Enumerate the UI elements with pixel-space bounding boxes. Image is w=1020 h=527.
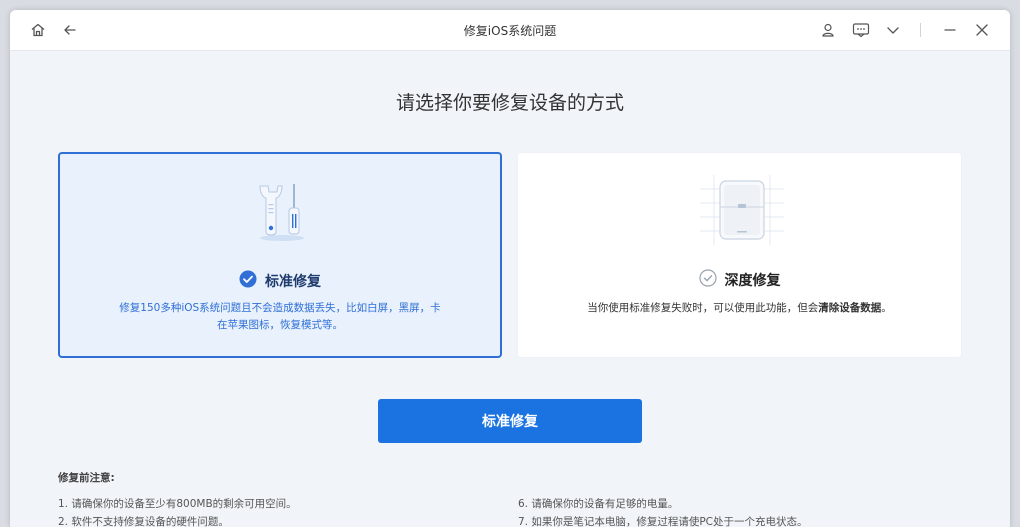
deep-repair-description: 当你使用标准修复失败时，可以使用此功能，但会清除设备数据。 — [548, 300, 931, 317]
app-window: 修复iOS系统问题 请选择你要修复设备的方式 标准修复 修复150多种iOS系统… — [10, 10, 1010, 527]
device-icon — [700, 175, 784, 249]
deep-repair-card[interactable]: 深度修复 当你使用标准修复失败时，可以使用此功能，但会清除设备数据。 — [517, 152, 962, 358]
deep-title-row: 深度修复 — [518, 269, 961, 291]
deep-repair-title: 深度修复 — [724, 273, 781, 289]
standard-repair-card[interactable]: 标准修复 修复150多种iOS系统问题且不会造成数据丢失，比如白屏，黑屏，卡 在… — [58, 152, 502, 358]
deep-desc-suffix: 。 — [881, 302, 892, 314]
close-icon[interactable] — [970, 18, 994, 42]
standard-desc-line1: 修复150多种iOS系统问题且不会造成数据丢失，比如白屏，黑屏，卡 — [119, 302, 441, 314]
title-bar-divider — [920, 23, 921, 37]
standard-desc-line2: 在苹果图标，恢复模式等。 — [217, 319, 343, 331]
title-bar: 修复iOS系统问题 — [10, 10, 1010, 51]
user-icon[interactable] — [816, 18, 840, 42]
standard-repair-button[interactable]: 标准修复 — [378, 399, 642, 443]
tools-icon — [256, 180, 308, 246]
check-circle-icon — [239, 270, 257, 292]
note-item: 2. 软件不支持修复设备的硬件问题。 — [58, 516, 229, 527]
note-item: 7. 如果你是笔记本电脑，修复过程请使PC处于一个充电状态。 — [518, 516, 808, 527]
chevron-down-icon[interactable] — [881, 18, 905, 42]
page-heading: 请选择你要修复设备的方式 — [395, 92, 624, 114]
check-circle-icon — [698, 269, 717, 291]
standard-repair-title: 标准修复 — [265, 274, 321, 290]
note-item: 6. 请确保你的设备有足够的电量。 — [518, 498, 679, 510]
standard-title-row: 标准修复 — [60, 270, 500, 292]
notes-title: 修复前注意: — [58, 472, 115, 484]
minimize-icon[interactable] — [938, 18, 962, 42]
standard-repair-description: 修复150多种iOS系统问题且不会造成数据丢失，比如白屏，黑屏，卡 在苹果图标，… — [100, 300, 460, 334]
deep-desc-prefix: 当你使用标准修复失败时，可以使用此功能，但会 — [587, 302, 819, 314]
deep-desc-bold: 清除设备数据 — [818, 302, 882, 314]
note-item: 1. 请确保你的设备至少有800MB的剩余可用空间。 — [58, 498, 297, 510]
feedback-icon[interactable] — [849, 18, 873, 42]
